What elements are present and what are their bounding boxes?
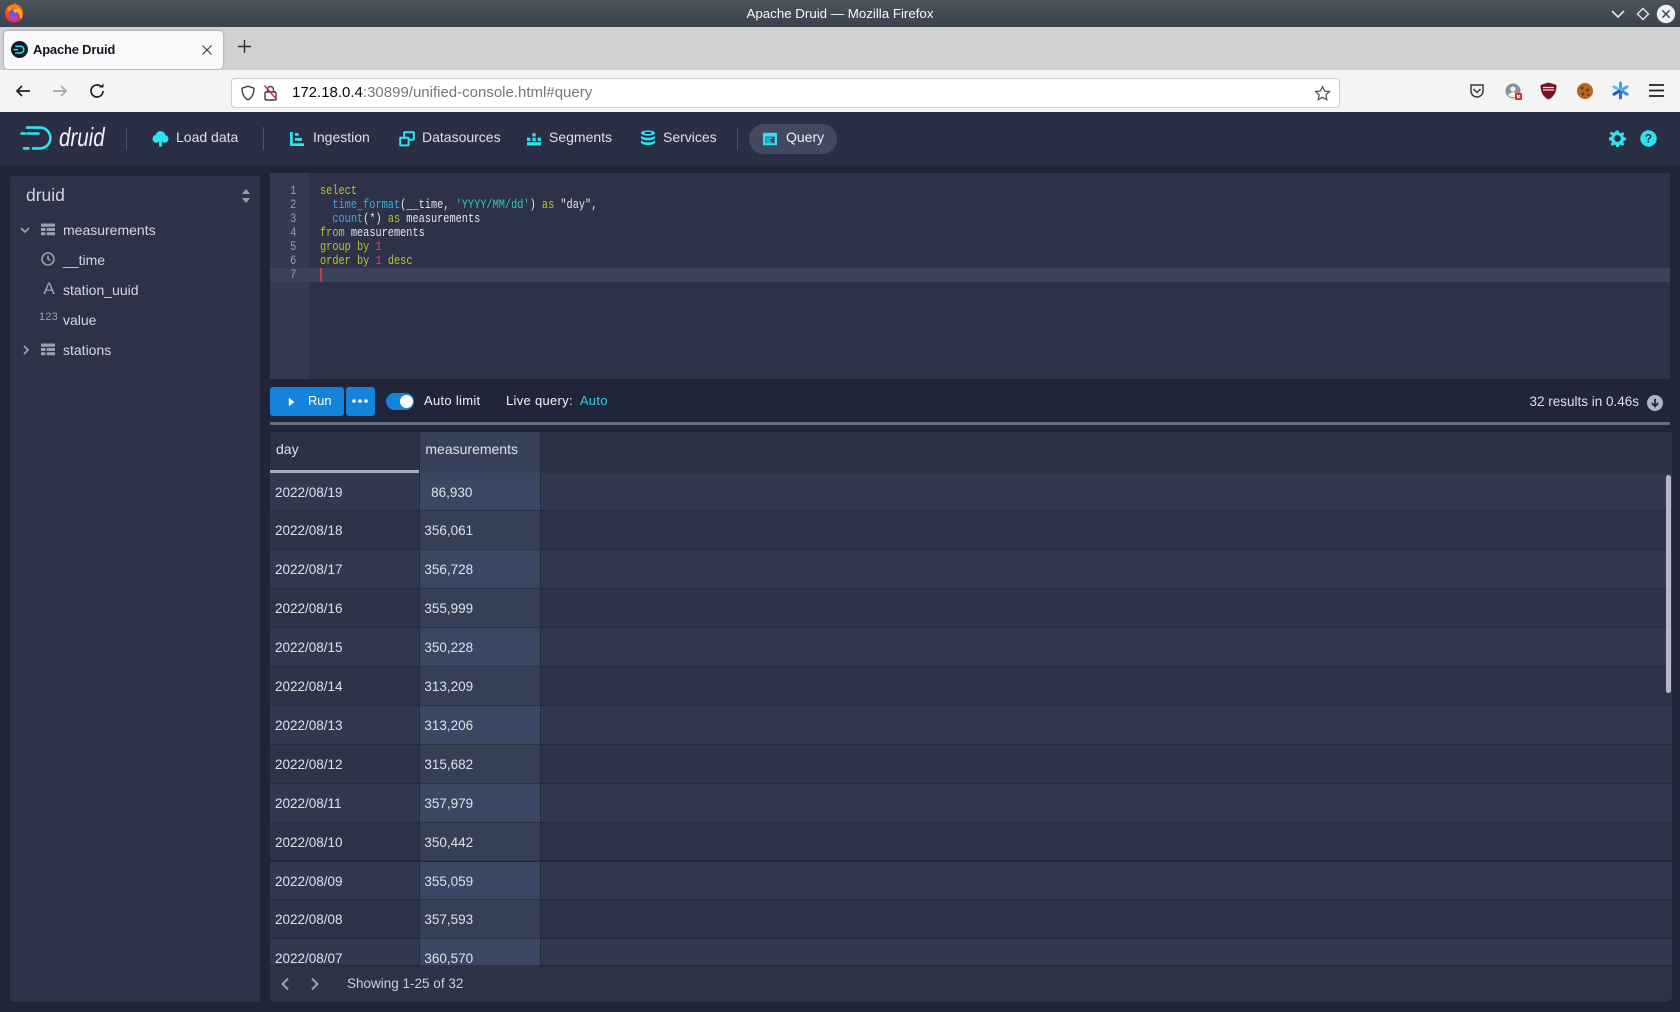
svg-text:?: ? [1645, 132, 1652, 146]
